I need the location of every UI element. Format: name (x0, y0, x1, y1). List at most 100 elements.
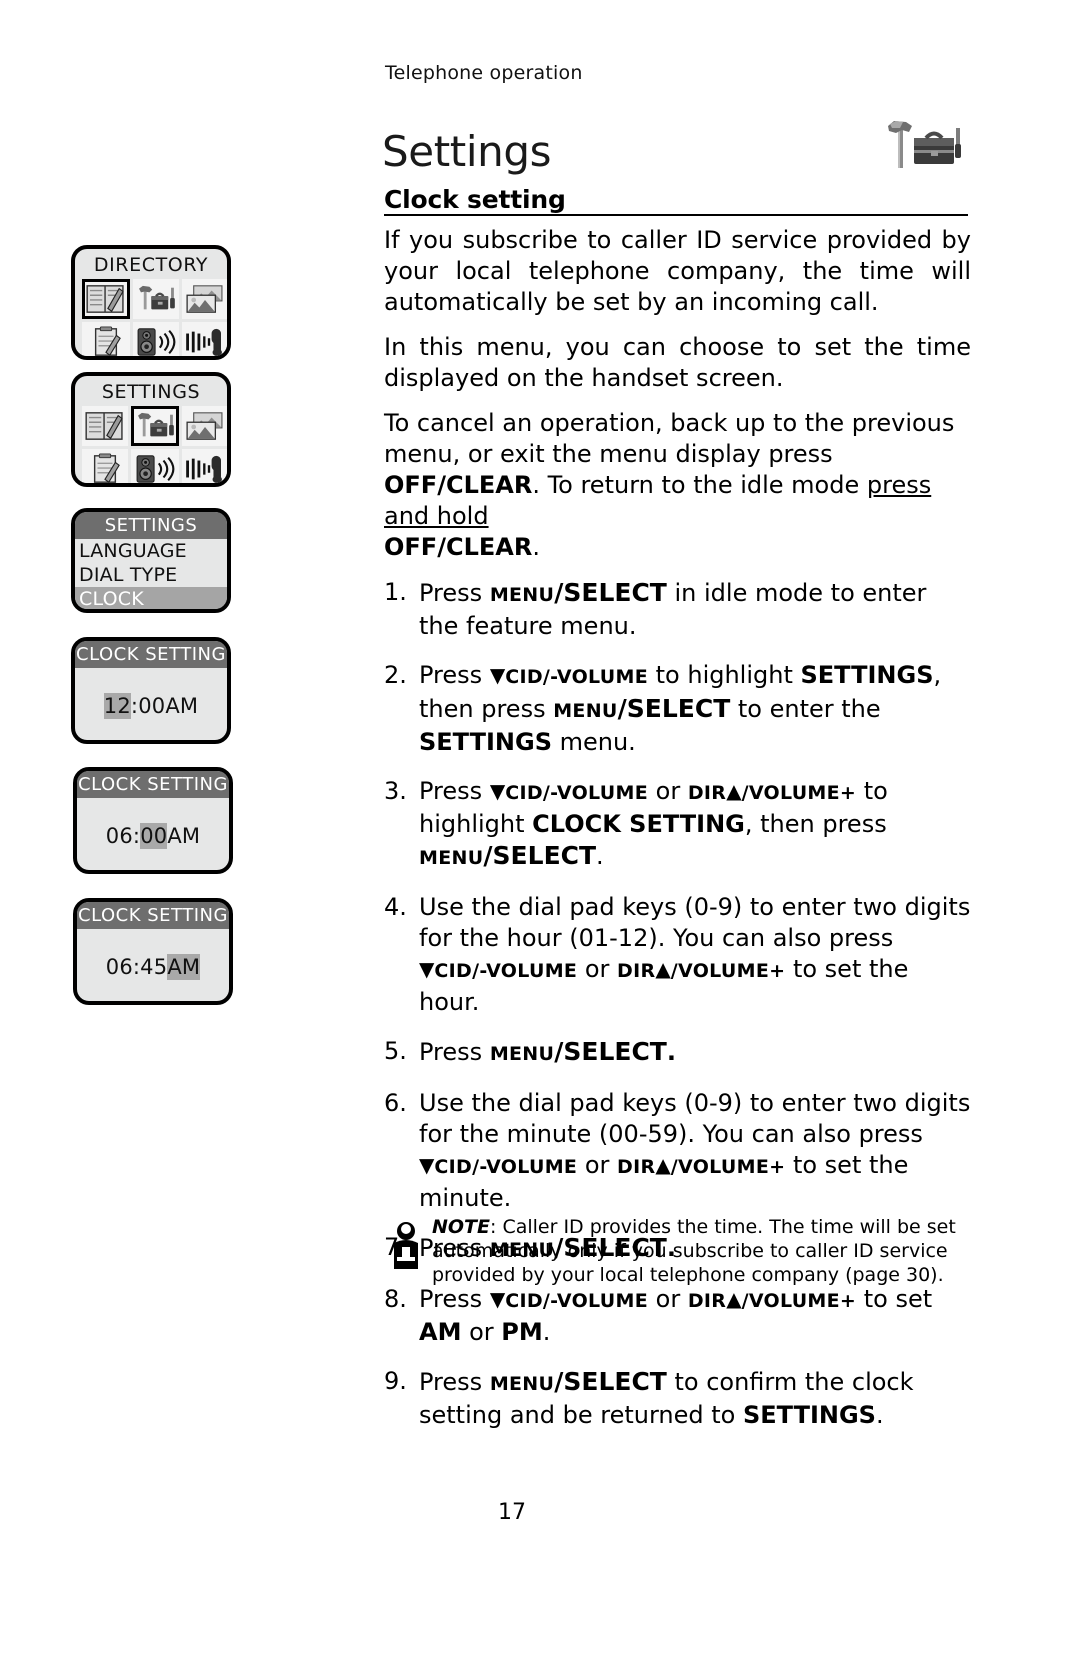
cid-volume-label: CID/-VOLUME (434, 1156, 578, 1178)
cancel-text-3: . (532, 533, 540, 561)
paragraph-cancel: To cancel an operation, back up to the p… (384, 408, 971, 563)
up-arrow-icon: ▲ (726, 779, 742, 803)
select-key-label: /SELECT (483, 841, 597, 870)
dir-key-label: DIR (617, 960, 656, 982)
lcd-list-item-language[interactable]: LANGUAGE (75, 539, 227, 563)
lcd-clock-ampm-screen: CLOCK SETTING 06:45AM (73, 898, 233, 1005)
volume-plus-label: /VOLUME+ (670, 960, 786, 982)
icon-cell-handset-signal[interactable] (182, 449, 227, 483)
select-key-label: /SELECT (554, 1037, 667, 1066)
down-arrow-icon: ▼ (489, 779, 506, 803)
step-8: 8. Press ▼CID/-VOLUME or DIR▲/VOLUME+ to … (384, 1285, 933, 1346)
step-verb: Press (419, 661, 483, 689)
step-number: 3. (384, 777, 407, 805)
icon-cell-notepad[interactable] (82, 449, 128, 483)
volume-plus-label: /VOLUME+ (741, 1290, 857, 1312)
icon-grid (75, 279, 227, 356)
step-number: 4. (384, 893, 407, 921)
step-3: 3. Press ▼CID/-VOLUME or DIR▲/VOLUME+ to … (384, 777, 888, 870)
volume-plus-label: /VOLUME+ (741, 782, 857, 804)
clock-setting-bold: CLOCK SETTING (532, 810, 745, 838)
cid-volume-label: CID/-VOLUME (505, 1290, 648, 1312)
step-9: 9. Press MENU/SELECT to confirm the clock… (384, 1367, 914, 1429)
lcd-clock-time: 06:00AM (77, 798, 229, 870)
select-key-label: /SELECT (617, 694, 731, 723)
icon-cell-photo-gallery[interactable] (182, 279, 227, 319)
step-1: 1. Press MENU/SELECT in idle mode to ente… (384, 578, 927, 640)
lcd-clock-header: CLOCK SETTING (77, 902, 229, 929)
menu-key-label: MENU (419, 847, 484, 869)
note-label: NOTE (432, 1216, 490, 1238)
page-number-value: 17 (498, 1500, 526, 1525)
running-header: Telephone operation (385, 62, 583, 84)
step-2: 2. Press ▼CID/-VOLUME to highlight SETTIN… (384, 661, 942, 756)
step-number: 1. (384, 578, 407, 606)
lcd-clock-time: 06:45AM (77, 929, 229, 1001)
page-title: Settings (382, 127, 552, 176)
settings-bold: SETTINGS (800, 661, 934, 689)
lcd-directory-screen: DIRECTORY (71, 245, 231, 360)
clock-time-static: 06:45 (105, 955, 168, 979)
conjunction-or: or (655, 777, 681, 805)
lcd-title: SETTINGS (101, 381, 201, 403)
lcd-title: DIRECTORY (93, 254, 209, 276)
lcd-list-header: SETTINGS (75, 512, 227, 539)
icon-cell-notepad[interactable] (82, 322, 130, 356)
step-5: 5. Press MENU/SELECT. (384, 1037, 676, 1066)
step-4: 4. Use the dial pad keys (0-9) to enter t… (384, 893, 971, 1016)
icon-cell-directory-book[interactable] (82, 279, 130, 319)
menu-key-label: MENU (489, 1043, 555, 1065)
clock-minute-field[interactable]: 00 (140, 823, 168, 849)
dir-key-label: DIR (617, 1156, 656, 1178)
icon-cell-hammer-toolbox[interactable] (133, 279, 179, 319)
step-6: 6. Use the dial pad keys (0-9) to enter t… (384, 1089, 971, 1212)
section-divider (384, 214, 968, 216)
lcd-clock-minute-screen: CLOCK SETTING 06:00AM (73, 767, 233, 874)
clock-rest: :00AM (130, 694, 199, 718)
icon-cell-speaker-ringer[interactable] (131, 449, 179, 483)
step-number: 2. (384, 661, 407, 689)
section-heading: Clock setting (384, 185, 566, 214)
step-verb: Press (419, 579, 483, 607)
clock-ampm-field[interactable]: AM (167, 954, 201, 980)
info-icon (384, 1219, 428, 1269)
conjunction-or: or (584, 955, 610, 983)
step-verb: Press (419, 1285, 483, 1313)
cancel-text-2: . To return to the idle mode (532, 471, 867, 499)
icon-cell-directory-book[interactable] (82, 406, 128, 446)
settings-bold: SETTINGS (742, 1401, 876, 1429)
step-number: 6. (384, 1089, 407, 1117)
select-key-label: /SELECT (554, 1367, 667, 1396)
step-verb: Press (419, 1038, 483, 1066)
clock-hour-field[interactable]: 12 (103, 693, 131, 719)
menu-key-label: MENU (553, 700, 618, 722)
lcd-clock-header: CLOCK SETTING (75, 641, 227, 668)
lcd-clock-hour-screen: CLOCK SETTING 12:00AM (71, 637, 231, 744)
icon-cell-speaker-ringer[interactable] (133, 322, 179, 356)
step-verb: Press (419, 1368, 483, 1396)
conjunction-or: or (655, 1285, 681, 1313)
off-clear-bold-2: OFF/CLEAR (384, 533, 533, 561)
volume-plus-label: /VOLUME+ (670, 1156, 786, 1178)
icon-cell-hammer-toolbox[interactable] (131, 406, 179, 446)
icon-cell-photo-gallery[interactable] (182, 406, 227, 446)
pm-bold: PM (501, 1318, 543, 1346)
down-arrow-icon: ▼ (489, 663, 506, 687)
lcd-settings-list-screen: SETTINGS LANGUAGE DIAL TYPE CLOCK SETTIN… (71, 508, 231, 613)
lcd-list-item-dial-type[interactable]: DIAL TYPE (75, 563, 227, 587)
icon-cell-handset-signal[interactable] (182, 322, 227, 356)
up-arrow-icon: ▲ (655, 957, 671, 981)
note-text: NOTE: Caller ID provides the time. The t… (432, 1215, 971, 1287)
menu-key-label: MENU (489, 1373, 555, 1395)
dir-key-label: DIR (687, 1290, 727, 1312)
conjunction-or: or (584, 1151, 610, 1179)
menu-key-label: MENU (489, 584, 555, 606)
step-number: 9. (384, 1367, 407, 1395)
manual-page: Telephone operation Settings Clock setti… (0, 0, 1080, 1669)
cid-volume-label: CID/-VOLUME (505, 666, 648, 688)
hammer-toolbox-icon (876, 118, 962, 170)
lcd-list-item-clock-setting[interactable]: CLOCK SETTING (75, 587, 227, 609)
lcd-clock-header: CLOCK SETTING (77, 771, 229, 798)
up-arrow-icon: ▲ (655, 1153, 671, 1177)
am-bold: AM (419, 1318, 462, 1346)
